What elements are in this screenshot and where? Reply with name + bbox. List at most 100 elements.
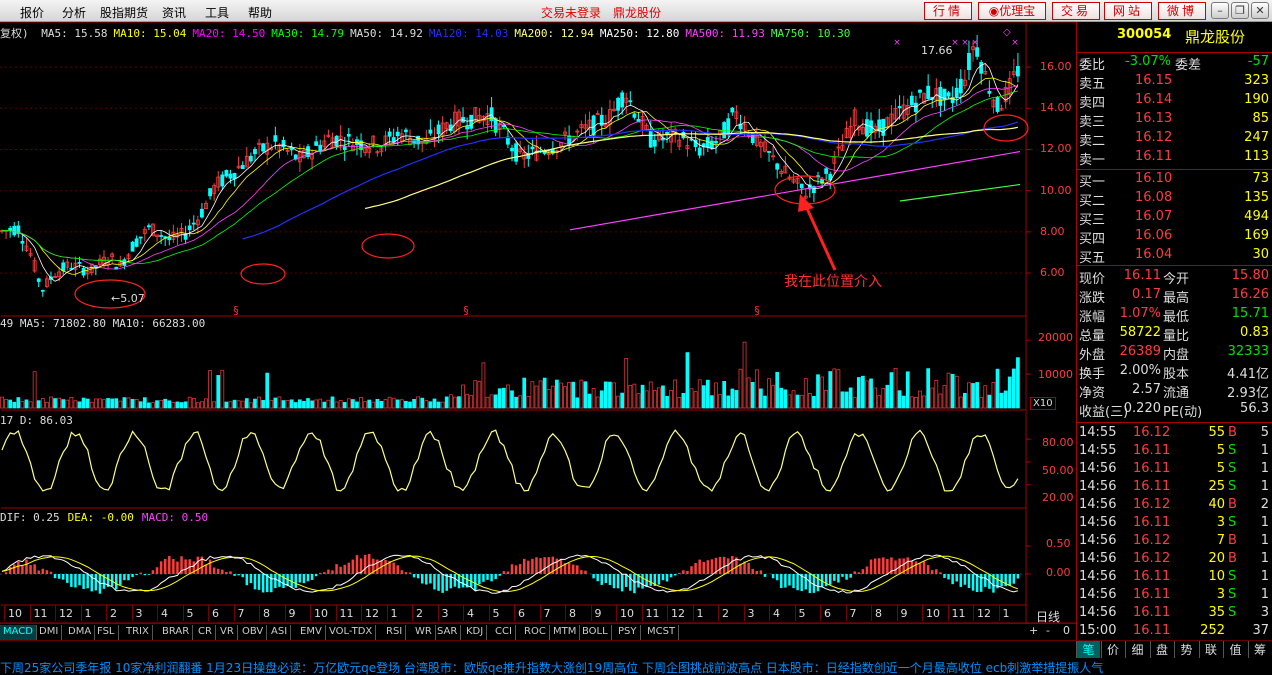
indicator-tab-sar[interactable]: SAR [434,625,462,640]
indicator-tab-asi[interactable]: ASI [268,625,292,640]
tick-price: 16.12 [1133,497,1171,512]
order-price: 16.15 [1135,73,1173,88]
ma-legend-item: MA5: 15.58 [41,27,108,40]
trade-button[interactable]: 交易 [1052,2,1100,20]
indicator-tab-fsl[interactable]: FSL [94,625,119,640]
kdj-axis-50: 50.00 [1042,464,1074,477]
month-tick [361,605,362,621]
order-level-label: 卖二 [1079,134,1106,149]
detail-tab[interactable]: 联 [1198,641,1223,658]
candle-body [318,144,323,152]
news-ticker[interactable]: 下周25家公司季年报 10家净利润翻番 1月23日操盘必读：万亿欧元qe登场 台… [0,659,1272,675]
volume-bar [795,394,800,409]
tick-row: 14:56 16.12 40 B 2 [1077,496,1272,514]
zoom-reset-button[interactable]: 0 [1063,624,1070,637]
youlibao-logo-button[interactable]: ◉优理宝 [978,2,1046,20]
event-marker: × [893,38,901,48]
zoom-in-button[interactable]: + [1029,624,1038,637]
month-label: 3 [135,607,143,620]
indicator-tab-cci[interactable]: CCI [492,625,516,640]
menu-help[interactable]: 帮助 [248,4,272,21]
volume-bar [4,399,8,409]
menu-analysis[interactable]: 分析 [62,4,86,21]
weicha-label: 委差 [1175,58,1202,73]
indicator-tab-mtm[interactable]: MTM [550,625,581,640]
menu-news[interactable]: 资讯 [162,4,186,21]
candle-body [632,113,637,118]
volume-bar [359,397,363,409]
indicator-tab-macd[interactable]: MACD [0,625,37,640]
tick-count: 5 [1260,425,1269,440]
volume-bar [905,371,910,409]
indicator-tab-trix[interactable]: TRIX [123,625,153,640]
price-axis-label: 8.00 [1040,224,1065,238]
volume-bar [216,375,221,409]
candle-body [138,236,143,239]
volume-bar [599,390,604,409]
tick-row: 14:56 16.11 3 S 1 [1077,586,1272,604]
volume-bar [457,396,461,409]
indicator-tab-vr[interactable]: VR [217,625,238,640]
indicator-tab-boll[interactable]: BOLL [579,625,612,640]
detail-tab[interactable]: 细 [1125,641,1149,658]
month-label: 8 [569,607,576,620]
minimize-icon[interactable]: – [1211,2,1229,19]
order-volume: 135 [1244,190,1269,205]
indicator-tab-brar[interactable]: BRAR [159,625,194,640]
month-label: 10 [8,607,22,620]
detail-tab[interactable]: 笔 [1076,641,1100,658]
detail-tab[interactable]: 势 [1174,641,1198,658]
indicator-tab-psy[interactable]: PSY [615,625,641,640]
indicator-tab-dmi[interactable]: DMI [36,625,63,640]
detail-tab[interactable]: 筹 [1247,641,1272,658]
volume-bar [779,387,784,409]
indicator-tab-dma[interactable]: DMA [65,625,96,640]
candle-body [510,147,514,152]
volume-bar [856,377,861,409]
order-row: 卖一 16.11 113 [1077,148,1272,168]
tick-time: 14:56 [1079,587,1117,602]
weibo-button[interactable]: 微博 [1158,2,1206,20]
month-label: 12 [365,607,379,620]
quote-button[interactable]: 行情 [924,2,972,20]
tick-count: 1 [1260,515,1269,530]
indicator-tab-mcst[interactable]: MCST [644,625,680,640]
indicator-tab-roc[interactable]: ROC [521,625,550,640]
volume-bar [399,399,404,409]
restore-icon[interactable]: ❐ [1231,2,1249,19]
volume-bar [632,383,637,409]
zoom-out-button[interactable]: - [1046,624,1050,637]
stat-value: 2.00% [1119,363,1161,378]
menu-tools[interactable]: 工具 [205,4,229,21]
event-marker: × [971,38,979,48]
detail-tab[interactable]: 盘 [1149,641,1174,658]
volume-bar [469,395,474,409]
month-label: 10 [314,607,328,620]
indicator-tab-kdj[interactable]: KDJ [463,625,488,640]
detail-tab[interactable]: 值 [1223,641,1247,658]
tick-price: 16.11 [1133,569,1171,584]
candle-body [273,135,278,142]
month-label: 3 [747,607,755,620]
tick-price: 16.12 [1133,425,1171,440]
volume-bar [285,400,290,409]
detail-tab[interactable]: 价 [1100,641,1125,658]
menu-index-futures[interactable]: 股指期货 [100,4,148,21]
indicator-tab-obv[interactable]: OBV [239,625,268,640]
tick-volume: 10 [1208,569,1225,584]
chart-grid [0,66,1031,274]
website-button[interactable]: 网站 [1104,2,1152,20]
menu-quote[interactable]: 报价 [20,4,44,21]
ma-legend-item: MA250: 12.80 [599,27,680,40]
close-icon[interactable]: ✕ [1251,2,1269,19]
indicator-tab-emv[interactable]: EMV [297,625,326,640]
month-tick [667,605,668,621]
volume-bar [946,372,951,409]
indicator-tab-cr[interactable]: CR [195,625,216,640]
indicator-tab-rsi[interactable]: RSI [383,625,407,640]
volume-bar [950,373,955,409]
candle-body [436,124,441,135]
stat-label: PE(动) [1163,405,1203,420]
indicator-tab-wr[interactable]: WR [412,625,436,640]
indicator-tab-vol-tdx[interactable]: VOL-TDX [326,625,377,640]
